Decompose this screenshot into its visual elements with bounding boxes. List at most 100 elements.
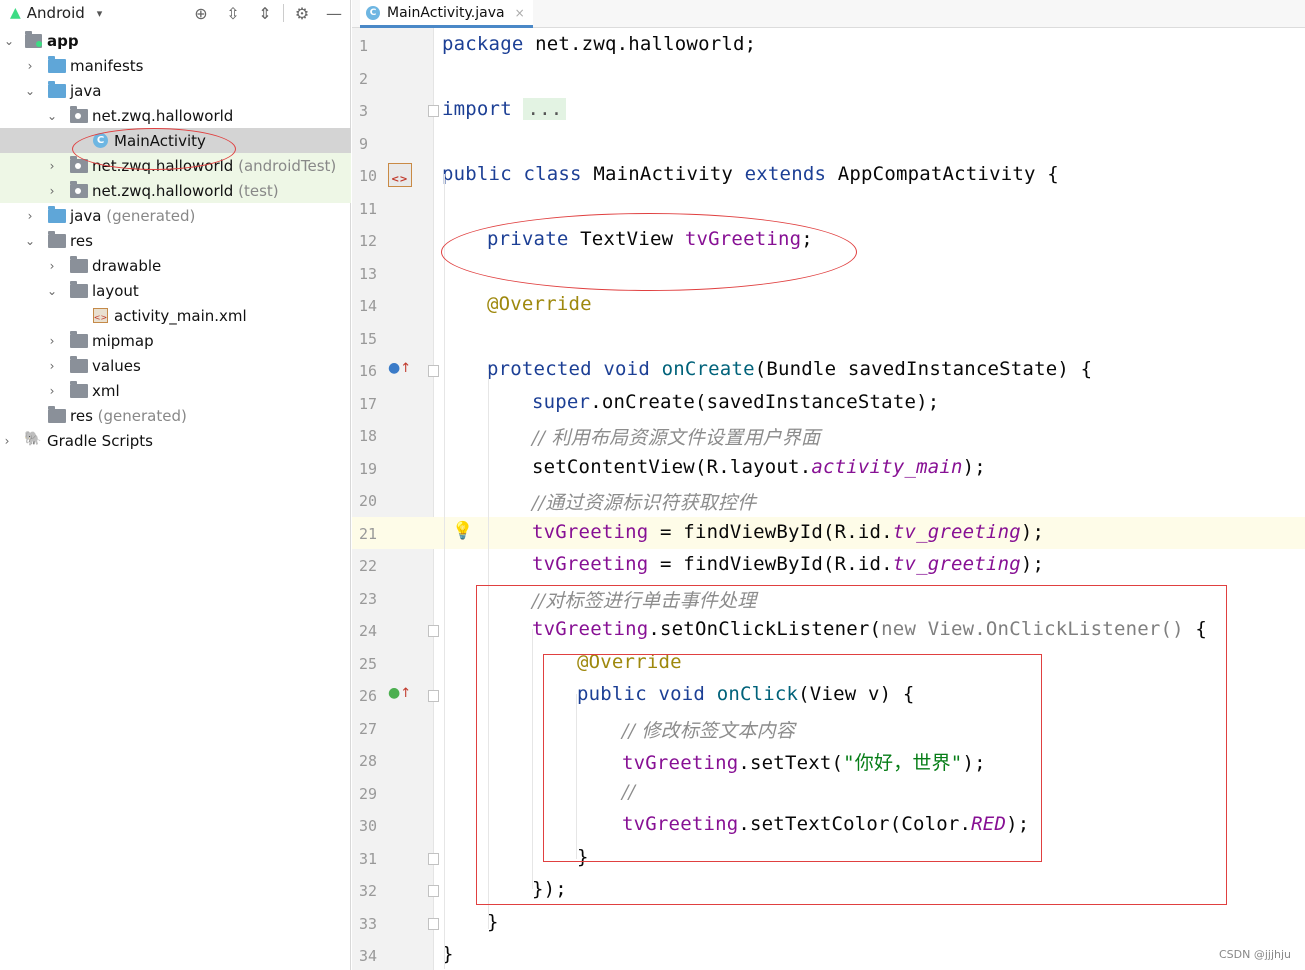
fold-toggle-icon[interactable] [428, 885, 439, 897]
fold-toggle-icon[interactable] [428, 625, 439, 637]
code-line-current: 21 💡 tvGreeting = findViewById(R.id.tv_g… [352, 517, 1305, 549]
keyword: package [442, 33, 524, 55]
code-line: 20 //通过资源标识符获取控件 [352, 484, 1305, 516]
annotation: @Override [487, 293, 592, 315]
line-number: 31 [359, 850, 378, 868]
line-number: 25 [359, 655, 378, 673]
tree-item-label: drawable [92, 256, 162, 275]
watermark: CSDN @jjjhju [1218, 948, 1291, 961]
class-icon: C [366, 5, 380, 20]
chevron-right-icon[interactable]: › [45, 359, 59, 373]
line-number: 20 [359, 492, 378, 510]
folder-icon [48, 56, 66, 73]
locate-icon[interactable]: ⊕ [185, 0, 217, 26]
fold-toggle-icon[interactable] [428, 853, 439, 865]
line-number: 28 [359, 752, 378, 770]
chevron-right-icon[interactable]: › [23, 59, 37, 73]
chevron-right-icon[interactable]: › [0, 434, 14, 448]
line-number: 12 [359, 232, 378, 250]
collapse-all-icon[interactable]: ⇕ [249, 0, 281, 26]
fold-toggle-icon[interactable] [428, 918, 439, 930]
tree-item-drawable[interactable]: › drawable [0, 253, 351, 278]
code-line: 14 @Override [352, 289, 1305, 321]
line-number: 21 [359, 525, 378, 543]
tree-item-manifests[interactable]: › manifests [0, 53, 351, 78]
line-number: 15 [359, 330, 378, 348]
chevron-down-icon: ▾ [96, 6, 103, 20]
layout-xml-gutter-icon[interactable]: <> [388, 163, 412, 187]
tree-item-label: net.zwq.halloworld [92, 106, 234, 125]
line-number: 19 [359, 460, 378, 478]
line-number: 18 [359, 427, 378, 445]
fold-toggle-icon[interactable] [428, 365, 439, 377]
package-icon [70, 156, 88, 173]
chevron-down-icon[interactable]: ⌄ [23, 234, 37, 248]
project-view-selector[interactable]: ▲ Android ▾ [0, 0, 102, 26]
indent-guide [444, 174, 445, 969]
tree-item-label: net.zwq.halloworld [92, 181, 234, 200]
tree-item-label: res [70, 406, 93, 425]
tab-mainactivity[interactable]: C MainActivity.java × [360, 0, 533, 28]
chevron-down-icon[interactable]: ⌄ [2, 34, 16, 48]
gradle-icon: 🐘 [24, 431, 42, 447]
tree-item-package[interactable]: ⌄ net.zwq.halloworld [0, 103, 351, 128]
tree-item-gradle-scripts[interactable]: › 🐘 Gradle Scripts [0, 428, 351, 453]
highlight-box-onclick [543, 654, 1042, 862]
fold-toggle-icon[interactable] [428, 690, 439, 702]
hide-icon[interactable]: — [318, 0, 350, 26]
chevron-down-icon[interactable]: ⌄ [45, 109, 59, 123]
line-number: 32 [359, 882, 378, 900]
tree-item-res-generated[interactable]: res (generated) [0, 403, 351, 428]
resource-folder-icon [48, 231, 66, 248]
tree-item-activity-main-xml[interactable]: <> activity_main.xml [0, 303, 351, 328]
chevron-right-icon[interactable]: › [23, 209, 37, 223]
tree-item-label: java [70, 206, 102, 225]
line-number: 10 [359, 167, 378, 185]
android-icon: ▲ [10, 5, 21, 21]
editor-tab-bar: C MainActivity.java × [352, 0, 1305, 28]
tree-item-res[interactable]: ⌄ res [0, 228, 351, 253]
chevron-down-icon[interactable]: ⌄ [45, 284, 59, 298]
code-line: 34 } [352, 939, 1305, 970]
implement-gutter-icon[interactable]: ●↑ [388, 685, 411, 701]
chevron-down-icon[interactable]: ⌄ [23, 84, 37, 98]
project-tree: ⌄ app › manifests ⌄ java ⌄ net.zwq.hallo… [0, 28, 351, 453]
tree-item-label: layout [92, 281, 139, 300]
folder-icon [70, 256, 88, 273]
close-icon[interactable]: × [515, 6, 525, 20]
tree-item-xml[interactable]: › xml [0, 378, 351, 403]
tree-item-package-test[interactable]: › net.zwq.halloworld (test) [0, 178, 351, 203]
chevron-right-icon[interactable]: › [45, 159, 59, 173]
tree-item-suffix: (test) [238, 181, 279, 200]
folder-icon [48, 81, 66, 98]
tree-item-mipmap[interactable]: › mipmap [0, 328, 351, 353]
tree-item-suffix: (androidTest) [238, 156, 337, 175]
code-line: 2 [352, 62, 1305, 94]
folded-imports[interactable]: ... [523, 98, 567, 120]
package-name: net.zwq.halloworld; [523, 33, 757, 55]
keyword: import [442, 98, 512, 120]
toolbar-divider [283, 4, 284, 22]
chevron-right-icon[interactable]: › [45, 259, 59, 273]
chevron-right-icon[interactable]: › [45, 334, 59, 348]
chevron-right-icon[interactable]: › [45, 184, 59, 198]
tree-item-app[interactable]: ⌄ app [0, 28, 351, 53]
tree-item-suffix: (generated) [97, 406, 187, 425]
lightbulb-icon[interactable]: 💡 [452, 521, 473, 541]
highlight-ellipse-mainactivity [72, 128, 236, 170]
gear-icon[interactable]: ⚙ [286, 0, 318, 26]
line-number: 23 [359, 590, 378, 608]
chevron-right-icon[interactable]: › [45, 384, 59, 398]
override-gutter-icon[interactable]: ●↑ [388, 360, 411, 376]
code-line: 17 super.onCreate(savedInstanceState); [359, 391, 940, 413]
tree-item-layout[interactable]: ⌄ layout [0, 278, 351, 303]
fold-toggle-icon[interactable] [428, 105, 439, 117]
tree-item-java-generated[interactable]: › java (generated) [0, 203, 351, 228]
tree-item-java[interactable]: ⌄ java [0, 78, 351, 103]
code-line: 10 <> public class MainActivity extends … [359, 163, 1059, 187]
tree-item-values[interactable]: › values [0, 353, 351, 378]
line-number: 16 [359, 362, 378, 380]
expand-all-icon[interactable]: ⇳ [217, 0, 249, 26]
code-line: 1 package net.zwq.halloworld; [352, 29, 1305, 61]
project-panel: ▲ Android ▾ ⊕ ⇳ ⇕ ⚙ — ⌄ app › manifests … [0, 0, 351, 970]
